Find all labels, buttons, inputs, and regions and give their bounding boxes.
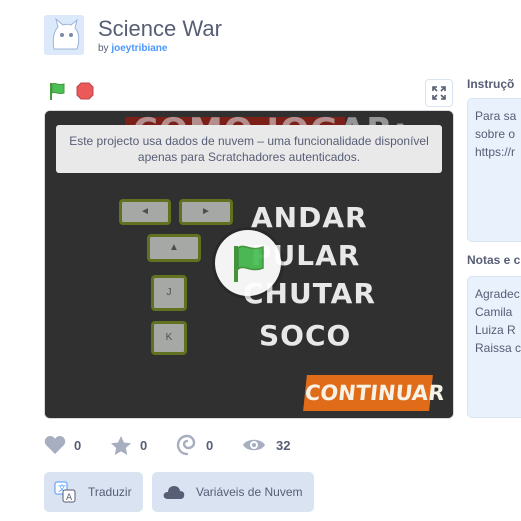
remixes-stat: 0	[176, 433, 213, 457]
favorites-count: 0	[140, 437, 148, 453]
green-flag-icon	[234, 245, 264, 282]
translate-label: Traduzir	[88, 485, 132, 499]
loves-count: 0	[74, 437, 82, 453]
cloud-variables-label: Variáveis de Nuvem	[196, 485, 303, 499]
notes-line: Agradec	[475, 287, 520, 301]
heart-icon	[44, 436, 66, 454]
cloud-variables-button[interactable]: Variáveis de Nuvem	[152, 472, 314, 512]
project-title: Science War	[98, 16, 222, 41]
instructions-box: Para sa sobre o https://r	[467, 98, 521, 242]
favorites-stat[interactable]: 0	[110, 433, 147, 457]
instructions-heading: Instruçõ	[467, 77, 515, 91]
stop-button[interactable]	[76, 82, 94, 100]
instructions-line: sobre o	[475, 127, 516, 141]
action-punch: SOCO	[259, 319, 352, 352]
key-up: ▲	[147, 234, 201, 262]
eye-icon	[243, 439, 265, 451]
star-icon	[111, 435, 131, 455]
green-flag-button[interactable]	[46, 80, 68, 102]
author-link[interactable]: joeytribiane	[111, 43, 167, 54]
start-overlay-button[interactable]	[215, 230, 281, 296]
project-thumbnail[interactable]	[44, 15, 84, 55]
scratch-cat-icon	[44, 15, 84, 55]
remixes-count: 0	[206, 437, 214, 453]
project-page: Science War by joeytribiane COMO JOG	[0, 0, 521, 521]
fullscreen-icon	[432, 86, 446, 100]
project-stage[interactable]: COMO JOGAR: Este projecto usa dados de n…	[44, 110, 454, 419]
project-byline: by joeytribiane	[98, 43, 167, 54]
svg-text:A: A	[66, 493, 73, 503]
green-flag-icon	[50, 82, 65, 100]
notes-heading: Notas e c	[467, 253, 521, 267]
byline-prefix: by	[98, 43, 109, 54]
key-j: J	[151, 275, 187, 311]
loves-stat[interactable]: 0	[44, 433, 81, 457]
instructions-line: Para sa	[475, 109, 517, 123]
key-right: ►	[179, 199, 233, 225]
translate-icon: 文 A	[54, 481, 76, 503]
key-left: ◄	[119, 199, 171, 225]
notes-line: Luiza R	[475, 323, 516, 337]
stop-icon	[76, 82, 94, 100]
continue-button[interactable]: CONTINUAR	[303, 375, 446, 411]
views-stat: 32	[242, 433, 290, 457]
key-k: K	[151, 321, 187, 355]
cloud-data-notice: Este projecto usa dados de nuvem – uma f…	[56, 125, 442, 173]
notes-box: Agradec Camila Luiza R Raissa c	[467, 276, 521, 418]
fullscreen-button[interactable]	[425, 79, 453, 107]
views-count: 32	[276, 437, 291, 453]
remix-swirl-icon	[176, 434, 196, 456]
cloud-icon	[163, 486, 185, 499]
notes-line: Camila	[475, 305, 513, 319]
notes-line: Raissa c	[475, 341, 521, 355]
instructions-link[interactable]: https://r	[475, 143, 521, 161]
translate-button[interactable]: 文 A Traduzir	[44, 472, 143, 512]
